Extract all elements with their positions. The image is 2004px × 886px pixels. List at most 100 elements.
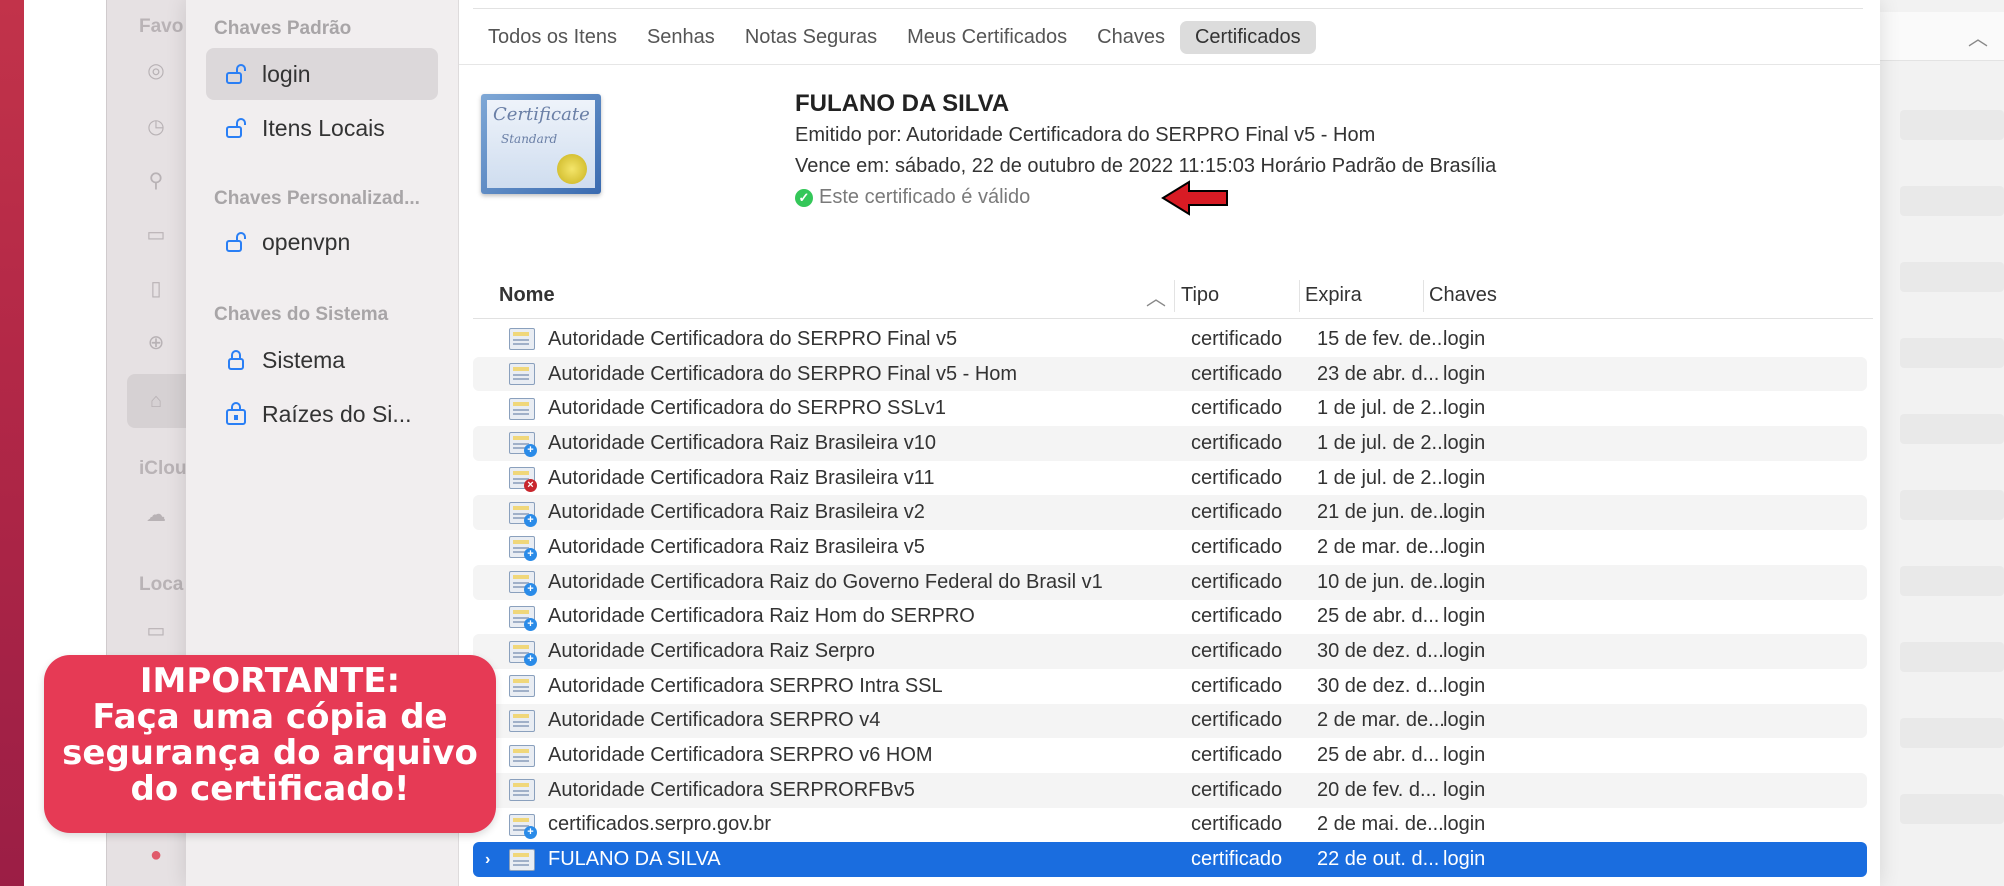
tab-certificates[interactable]: Certificados bbox=[1179, 20, 1316, 54]
cell-name: Autoridade Certificadora Raiz Brasileira… bbox=[548, 501, 925, 524]
column-divider[interactable] bbox=[1174, 280, 1175, 312]
table-row[interactable]: + Autoridade Certificadora Raiz Brasileir… bbox=[473, 426, 1867, 461]
icloud-icon[interactable]: ☁ bbox=[145, 504, 167, 526]
column-header-expires[interactable]: Expira bbox=[1305, 284, 1362, 307]
table-row[interactable]: + Autoridade Certificadora Raiz do Govern… bbox=[473, 564, 1867, 600]
cell-name: Autoridade Certificadora do SERPRO SSLv1 bbox=[548, 397, 946, 420]
table-row[interactable]: × Autoridade Certificadora Raiz Brasileir… bbox=[473, 461, 1867, 496]
background-row bbox=[1900, 414, 2004, 444]
table-row[interactable]: + Autoridade Certificadora Raiz Hom do SE… bbox=[473, 600, 1867, 635]
cell-keychain: login bbox=[1443, 709, 1486, 732]
background-row bbox=[1900, 794, 2004, 824]
chevron-up-icon[interactable]: ︿ bbox=[1968, 22, 1988, 51]
applications-icon[interactable]: ⚲ bbox=[145, 170, 167, 192]
cell-name: Autoridade Certificadora SERPRO v4 bbox=[548, 709, 881, 732]
sidebar-item-label: Raízes do Si... bbox=[262, 400, 412, 427]
trusted-plus-badge-icon: + bbox=[524, 548, 537, 562]
trusted-plus-badge-icon: + bbox=[524, 513, 537, 527]
cell-keychain: login bbox=[1443, 848, 1486, 871]
callout-line: Faça uma cópia de bbox=[92, 697, 448, 737]
documents-icon[interactable]: ▯ bbox=[145, 278, 167, 300]
tab-passwords[interactable]: Senhas bbox=[632, 21, 730, 54]
trusted-plus-badge-icon: + bbox=[524, 617, 537, 631]
airdrop-icon[interactable]: ◎ bbox=[145, 60, 167, 82]
column-header-type[interactable]: Tipo bbox=[1181, 284, 1219, 307]
table-row[interactable]: Autoridade Certificadora do SERPRO SSLv1… bbox=[473, 391, 1867, 426]
unlocked-icon bbox=[224, 62, 248, 86]
cell-keychain: login bbox=[1443, 327, 1486, 350]
background-window-header: ︿ bbox=[1880, 12, 2004, 61]
sort-ascending-icon[interactable]: ︿ bbox=[1146, 282, 1166, 311]
sidebar-item-local-items[interactable]: Itens Locais bbox=[206, 102, 438, 154]
important-callout: IMPORTANTE: Faça uma cópia de segurança … bbox=[44, 655, 496, 833]
table-row[interactable]: Autoridade Certificadora SERPRO v6 HOM ce… bbox=[473, 738, 1867, 773]
cell-name: Autoridade Certificadora Raiz Brasileira… bbox=[548, 466, 935, 489]
cell-keychain: login bbox=[1443, 640, 1486, 663]
cell-type: certificado bbox=[1191, 674, 1283, 697]
tab-secure-notes[interactable]: Notas Seguras bbox=[730, 21, 892, 54]
cell-keychain: login bbox=[1443, 744, 1486, 767]
cell-expires: 2 de mar. de... bbox=[1317, 709, 1445, 732]
column-header-name[interactable]: Nome bbox=[499, 284, 555, 307]
table-row[interactable]: + Autoridade Certificadora Raiz Brasileir… bbox=[473, 530, 1867, 565]
sidebar-item-system-roots[interactable]: Raízes do Si... bbox=[206, 388, 438, 440]
cell-type: certificado bbox=[1191, 466, 1283, 489]
cell-expires: 23 de abr. d... bbox=[1317, 362, 1440, 385]
cell-type: certificado bbox=[1191, 848, 1283, 871]
recents-icon[interactable]: ◷ bbox=[145, 116, 167, 138]
tab-all-items[interactable]: Todos os Itens bbox=[473, 21, 632, 54]
certificate-expiry: Vence em: sábado, 22 de outubro de 2022 … bbox=[795, 155, 1497, 177]
cell-name: Autoridade Certificadora SERPRO Intra SS… bbox=[548, 674, 943, 697]
tab-keys[interactable]: Chaves bbox=[1082, 21, 1180, 54]
column-divider[interactable] bbox=[1299, 280, 1300, 312]
certificate-icon-subtitle: Standard bbox=[501, 132, 558, 146]
certificate-icon: + bbox=[509, 813, 537, 839]
lock-icon bbox=[224, 348, 248, 372]
tab-my-certificates[interactable]: Meus Certificados bbox=[892, 21, 1082, 54]
table-row[interactable]: + Autoridade Certificadora Raiz Serpro cer… bbox=[473, 634, 1867, 669]
table-row[interactable]: › FULANO DA SILVA certificado 22 de out. d.… bbox=[473, 842, 1867, 877]
home-icon[interactable]: ⌂ bbox=[145, 390, 167, 412]
table-row[interactable]: Autoridade Certificadora SERPRORFBv5 cert… bbox=[473, 772, 1867, 808]
cell-keychain: login bbox=[1443, 466, 1486, 489]
table-row[interactable]: Autoridade Certificadora SERPRO Intra SS… bbox=[473, 669, 1867, 704]
callout-line: segurança do arquivo bbox=[62, 733, 478, 773]
table-row[interactable]: Autoridade Certificadora do SERPRO Final… bbox=[473, 322, 1867, 357]
cell-expires: 15 de fev. de... bbox=[1317, 327, 1448, 350]
cell-type: certificado bbox=[1191, 778, 1283, 801]
certificate-icon-title: Certificate bbox=[493, 104, 590, 125]
certificate-icon bbox=[509, 709, 535, 732]
cell-keychain: login bbox=[1443, 362, 1486, 385]
sidebar-item-system[interactable]: Sistema bbox=[206, 334, 438, 386]
sidebar-item-label: Itens Locais bbox=[262, 114, 385, 141]
red-tag-icon[interactable]: ● bbox=[145, 844, 167, 866]
table-row[interactable]: + Autoridade Certificadora Raiz Brasileir… bbox=[473, 495, 1867, 531]
column-header-keychain[interactable]: Chaves bbox=[1429, 284, 1497, 307]
downloads-icon[interactable]: ⊕ bbox=[145, 332, 167, 354]
cell-keychain: login bbox=[1443, 813, 1486, 836]
cell-keychain: login bbox=[1443, 501, 1486, 524]
cell-name: Autoridade Certificadora SERPRO v6 HOM bbox=[548, 744, 933, 767]
sidebar-item-openvpn[interactable]: openvpn bbox=[206, 216, 438, 268]
disclosure-chevron-icon[interactable]: › bbox=[485, 851, 490, 869]
cell-expires: 30 de dez. d... bbox=[1317, 640, 1444, 663]
cell-type: certificado bbox=[1191, 362, 1283, 385]
untrusted-x-badge-icon: × bbox=[524, 479, 537, 493]
column-divider[interactable] bbox=[1423, 280, 1424, 312]
cell-keychain: login bbox=[1443, 570, 1486, 593]
cell-expires: 1 de jul. de 2... bbox=[1317, 431, 1449, 454]
finder-favorites-label: Favo bbox=[139, 16, 184, 37]
certificate-icon: + bbox=[509, 605, 537, 631]
computer-icon[interactable]: ▭ bbox=[145, 620, 167, 642]
table-row[interactable]: Autoridade Certificadora do SERPRO Final… bbox=[473, 356, 1867, 392]
finder-locations-label: Loca bbox=[139, 574, 184, 595]
cell-name: Autoridade Certificadora Raiz Brasileira… bbox=[548, 535, 925, 558]
background-row bbox=[1900, 186, 2004, 216]
cell-expires: 21 de jun. de... bbox=[1317, 501, 1450, 524]
desktop-icon[interactable]: ▭ bbox=[145, 224, 167, 246]
trusted-plus-badge-icon: + bbox=[524, 825, 537, 839]
sidebar-item-login[interactable]: login bbox=[206, 48, 438, 100]
table-row[interactable]: + certificados.serpro.gov.br certificado 2 … bbox=[473, 808, 1867, 843]
cell-name: FULANO DA SILVA bbox=[548, 848, 721, 871]
table-row[interactable]: Autoridade Certificadora SERPRO v4 certif… bbox=[473, 703, 1867, 739]
